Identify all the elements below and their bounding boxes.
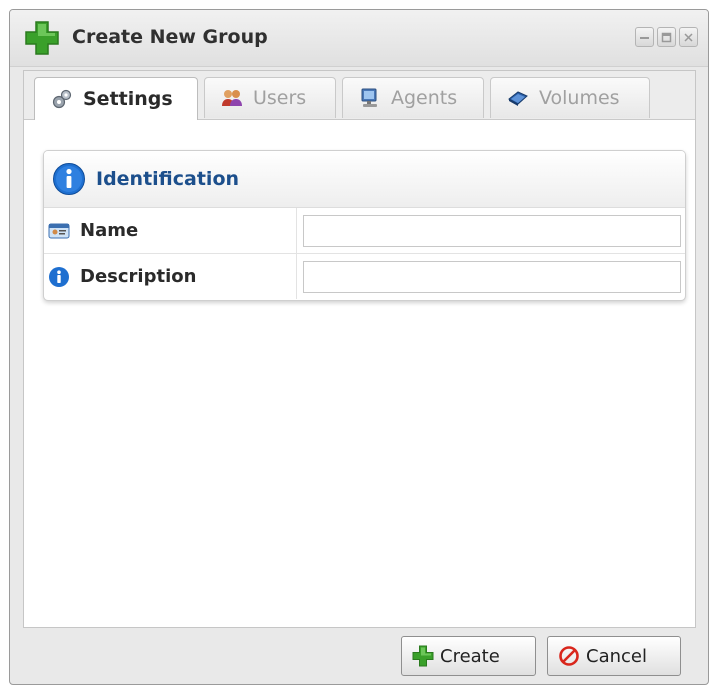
tab-strip: Settings Users Agents Volumes (24, 71, 695, 120)
create-button[interactable]: Create (401, 636, 536, 676)
panel-title: Identification (96, 168, 240, 190)
minimize-icon (640, 36, 649, 39)
maximize-icon (661, 32, 672, 42)
id-card-icon (48, 220, 70, 242)
tab-users-label: Users (253, 87, 307, 109)
tab-agents[interactable]: Agents (342, 77, 484, 118)
cancel-icon (558, 645, 580, 667)
description-row: Description (44, 254, 685, 299)
dialog-footer: Create Cancel (10, 630, 708, 684)
cancel-button[interactable]: Cancel (547, 636, 681, 676)
name-field-cell (297, 208, 685, 253)
name-row: Name (44, 208, 685, 254)
green-plus-icon (24, 20, 60, 56)
tab-volumes[interactable]: Volumes (490, 77, 650, 118)
description-field-cell (297, 254, 685, 299)
computer-icon (359, 87, 381, 109)
title-bar: Create New Group (10, 10, 708, 67)
cancel-label: Cancel (586, 645, 647, 667)
users-icon (221, 87, 243, 109)
description-label-cell: Description (44, 254, 297, 299)
create-group-window: Create New Group Settings Users Agents V… (9, 9, 709, 685)
minimize-button[interactable] (635, 27, 654, 47)
window-controls (635, 27, 698, 47)
name-input[interactable] (303, 214, 681, 247)
green-plus-icon (412, 645, 434, 667)
identification-panel: Identification Name Description (43, 150, 686, 301)
name-label-cell: Name (44, 208, 297, 253)
description-input[interactable] (303, 260, 681, 293)
gears-icon (51, 88, 73, 110)
info-icon (52, 162, 86, 196)
description-label: Description (80, 266, 197, 287)
create-label: Create (440, 645, 500, 667)
close-button[interactable] (679, 27, 698, 47)
volume-icon (507, 87, 529, 109)
tab-settings-label: Settings (83, 88, 173, 110)
tab-volumes-label: Volumes (539, 87, 620, 109)
info-icon (48, 266, 70, 288)
tab-settings[interactable]: Settings (34, 77, 198, 120)
identification-header: Identification (44, 151, 685, 208)
window-title: Create New Group (72, 26, 268, 48)
name-label: Name (80, 220, 139, 241)
tab-users[interactable]: Users (204, 77, 336, 118)
maximize-button[interactable] (657, 27, 676, 47)
dialog-body: Settings Users Agents Volumes Identifica… (23, 70, 696, 628)
close-icon (684, 32, 693, 42)
tab-agents-label: Agents (391, 87, 458, 109)
